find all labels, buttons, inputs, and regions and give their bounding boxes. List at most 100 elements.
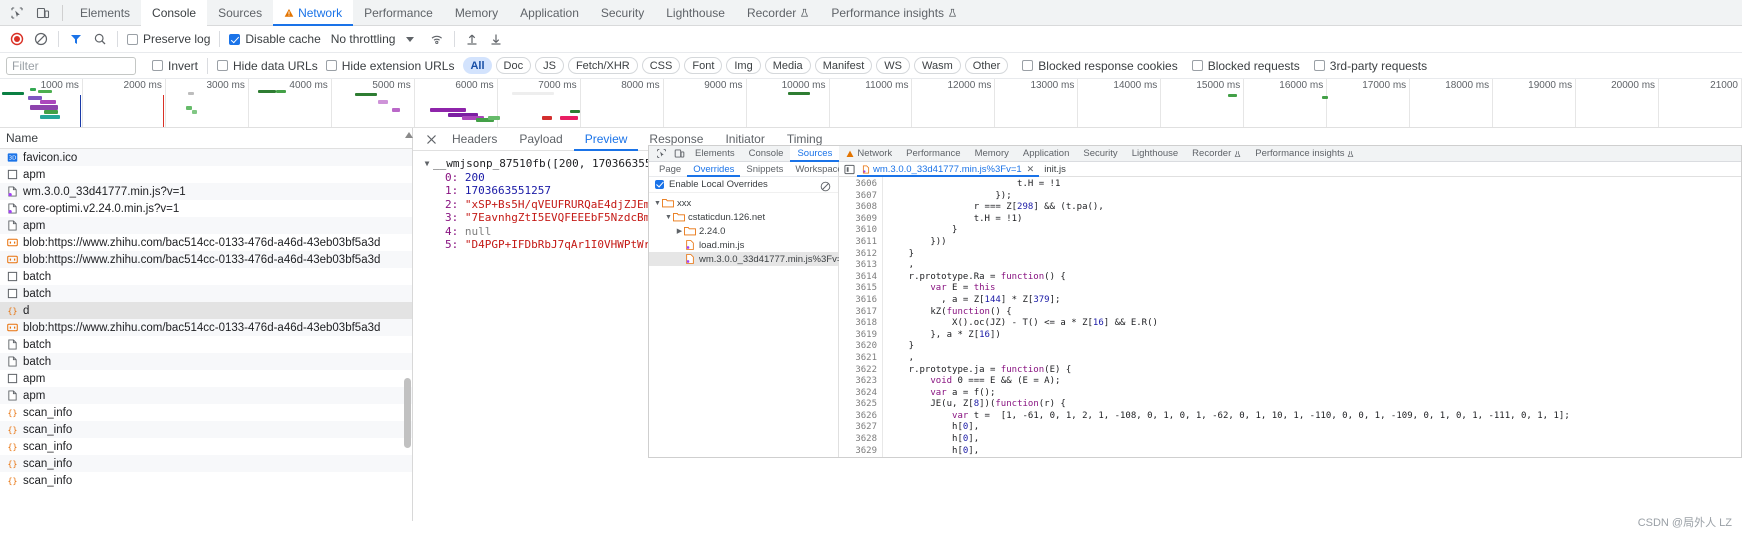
tab-recorder[interactable]: Recorder [736,0,820,26]
request-row[interactable]: apm [0,370,412,387]
tab-application[interactable]: Application [509,0,590,26]
tree-expand-triangle-icon[interactable]: ▶ [675,227,684,235]
inner-tab-performance-insights[interactable]: Performance insights [1248,146,1361,162]
tab-sources[interactable]: Sources [207,0,273,26]
filter-type-wasm[interactable]: Wasm [914,57,961,74]
detail-tab-preview[interactable]: Preview [574,128,639,151]
throttling-dropdown[interactable]: No throttling [325,32,426,46]
request-row[interactable]: batch [0,285,412,302]
inner-tab-memory[interactable]: Memory [968,146,1016,162]
network-overview-timeline[interactable]: 1000 ms 2000 ms 3000 ms 4000 ms 5000 ms 6000 … [0,79,1742,128]
request-row[interactable]: {} scan_info [0,438,412,455]
request-row[interactable]: apm [0,217,412,234]
code-editor[interactable]: 3606 3607 3608 3609 3610 3611 3612 3613 3614 3615… [839,177,1741,457]
inner-tab-elements[interactable]: Elements [688,146,742,162]
hide-extension-urls-checkbox[interactable]: Hide extension URLs [322,59,459,73]
editor-tab[interactable]: wm.3.0.0_33d41777.min.js%3Fv=1 ✕ [857,162,1039,177]
blocked-requests-checkbox[interactable]: Blocked requests [1188,59,1304,73]
tab-performance[interactable]: Performance [353,0,444,26]
inner-tab-sources[interactable]: Sources [790,146,840,162]
tree-item[interactable]: ▼ cstaticdun.126.net [649,210,838,224]
tree-expand-triangle-icon[interactable]: ▼ [664,214,673,221]
inner-tab-application[interactable]: Application [1016,146,1076,162]
request-row[interactable]: apm [0,166,412,183]
inner-tab-network[interactable]: Network [839,146,899,162]
tree-expand-triangle-icon[interactable] [675,242,684,249]
filter-type-media[interactable]: Media [764,57,811,74]
request-row[interactable]: {} scan_info [0,404,412,421]
tab-memory[interactable]: Memory [444,0,509,26]
request-list-header[interactable]: Name [0,128,412,149]
request-row[interactable]: {} scan_info [0,455,412,472]
enable-local-overrides-row[interactable]: Enable Local Overrides [649,177,838,193]
blocked-response-cookies-checkbox[interactable]: Blocked response cookies [1018,59,1181,73]
filter-input[interactable] [6,56,136,75]
show-navigator-icon[interactable] [841,163,857,176]
preserve-log-checkbox[interactable]: Preserve log [123,32,214,46]
inner-device-toolbar-icon[interactable] [670,147,688,161]
import-har-icon[interactable] [460,27,484,51]
request-row[interactable]: apm [0,387,412,404]
inner-tab-security[interactable]: Security [1076,146,1124,162]
request-row[interactable]: wm.3.0.0_33d41777.min.js?v=1 [0,183,412,200]
filter-type-manifest[interactable]: Manifest [814,57,873,74]
request-list-scrollbar[interactable] [403,128,412,535]
inspect-element-icon[interactable] [4,2,30,24]
request-row[interactable]: core-optimi.v2.24.0.min.js?v=1 [0,200,412,217]
filter-type-js[interactable]: JS [535,57,564,74]
request-row[interactable]: batch [0,353,412,370]
request-row[interactable]: blob:https://www.zhihu.com/bac514cc-0133… [0,234,412,251]
tree-expand-triangle-icon[interactable] [675,256,684,263]
filter-type-other[interactable]: Other [964,57,1009,74]
detail-tab-headers[interactable]: Headers [441,128,508,151]
clear-icon[interactable] [29,27,53,51]
export-har-icon[interactable] [484,27,508,51]
editor-tab-close-icon[interactable]: ✕ [1027,164,1035,175]
tab-security[interactable]: Security [590,0,655,26]
filter-type-ws[interactable]: WS [876,57,910,74]
filter-type-img[interactable]: Img [726,57,761,74]
tab-console[interactable]: Console [141,0,208,26]
device-toolbar-icon[interactable] [30,2,56,24]
network-conditions-icon[interactable] [425,27,449,51]
nav-tab-overrides[interactable]: Overrides [687,162,740,177]
filter-type-all[interactable]: All [463,57,492,74]
tab-network[interactable]: Network [273,0,354,26]
tree-item[interactable]: ▶ 2.24.0 [649,224,838,238]
disable-cache-checkbox[interactable]: Disable cache [225,32,324,46]
request-row[interactable]: blob:https://www.zhihu.com/bac514cc-0133… [0,319,412,336]
tab-performance-insights[interactable]: Performance insights [820,0,968,26]
request-row[interactable]: {} scan_info [0,421,412,438]
inner-tab-console[interactable]: Console [742,146,791,162]
tree-item[interactable]: wm.3.0.0_33d41777.min.js%3Fv=1 [649,252,848,266]
filter-type-font[interactable]: Font [684,57,723,74]
invert-checkbox[interactable]: Invert [148,59,202,73]
tab-lighthouse[interactable]: Lighthouse [655,0,736,26]
editor-tab[interactable]: init.js [1039,162,1071,177]
close-icon[interactable] [421,129,441,149]
source-code-text[interactable]: t.H = !1 }); r === Z[298] && (t.pa(), t.… [883,177,1741,457]
third-party-requests-checkbox[interactable]: 3rd-party requests [1310,59,1431,73]
request-row[interactable]: batch [0,268,412,285]
nav-tab-snippets[interactable]: Snippets [740,162,789,177]
request-row[interactable]: {} scan_info [0,472,412,489]
detail-scroll-up-arrow[interactable] [404,128,413,150]
request-row[interactable]: 3D favicon.ico [0,149,412,166]
request-row[interactable]: {} d [0,302,412,319]
clear-configuration-icon[interactable] [820,181,832,193]
inner-tab-performance[interactable]: Performance [899,146,967,162]
tree-expand-triangle-icon[interactable]: ▼ [653,200,662,207]
inner-inspect-element-icon[interactable] [652,147,670,161]
record-stop-icon[interactable] [5,27,29,51]
tab-elements[interactable]: Elements [69,0,141,26]
search-icon[interactable] [88,27,112,51]
tree-item[interactable]: ▼ xxx [649,196,838,210]
request-row[interactable]: blob:https://www.zhihu.com/bac514cc-0133… [0,251,412,268]
filter-type-css[interactable]: CSS [641,57,681,74]
expand-triangle-icon[interactable]: ▼ [421,159,433,168]
inner-tab-recorder[interactable]: Recorder [1185,146,1248,162]
nav-tab-page[interactable]: Page [653,162,687,177]
detail-tab-payload[interactable]: Payload [508,128,573,151]
request-row[interactable]: batch [0,336,412,353]
scrollbar-thumb[interactable] [404,378,411,448]
